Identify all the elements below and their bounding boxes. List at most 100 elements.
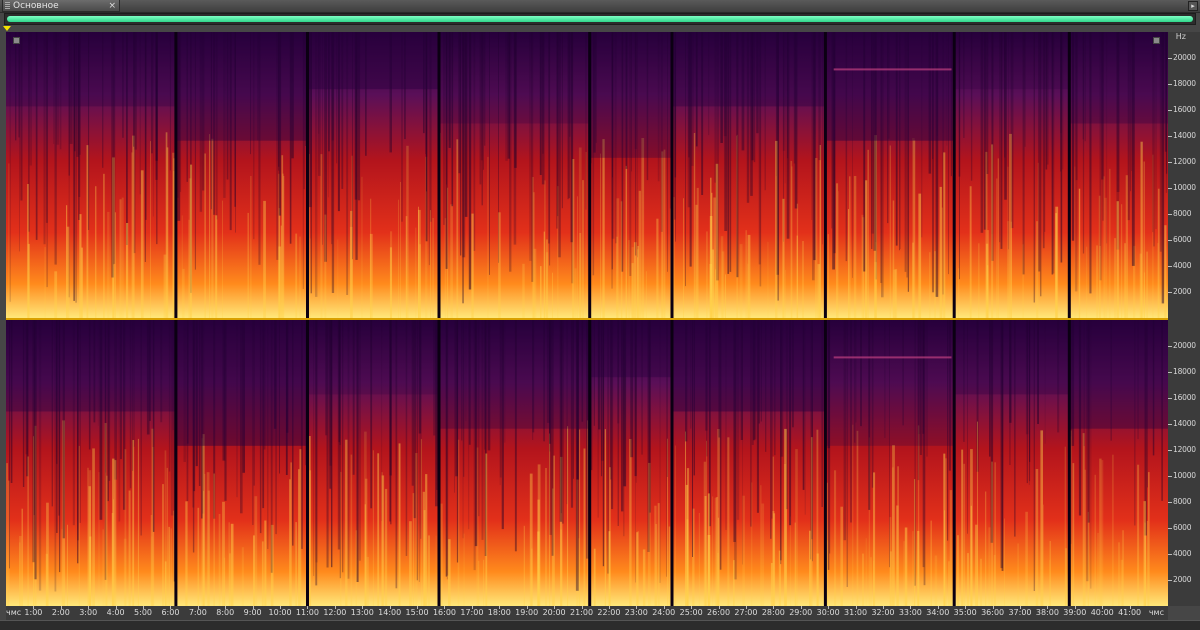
time-ruler[interactable]: чмс 1:00 2:00 3:00 4:00 5:00 6:00 7:00 8:00 9:00… (6, 606, 1168, 620)
spectral-streak (783, 464, 787, 606)
spectral-streak (188, 178, 192, 318)
spectral-streak (585, 152, 587, 318)
spectral-streak (209, 134, 211, 318)
spectral-streak (261, 541, 264, 606)
spectral-streak (625, 165, 627, 318)
time-tick-label: 37:00 (1008, 608, 1032, 617)
channel-toggle-left-icon[interactable] (13, 37, 20, 44)
time-tick-label: 1:00 (24, 608, 43, 617)
overview-visible-range[interactable] (7, 16, 1193, 22)
freq-tick-label: 20000 (1173, 341, 1196, 350)
spectral-streak (574, 268, 577, 318)
freq-tick-label: 18000 (1173, 367, 1196, 376)
spectral-streak (727, 437, 730, 606)
freq-tick (1168, 162, 1172, 163)
spectral-streak (963, 463, 966, 606)
spectral-streak (498, 212, 501, 318)
spectral-streak (1096, 245, 1098, 318)
spectral-streak (1101, 460, 1104, 606)
spectral-streak (254, 496, 258, 606)
freq-tick (1168, 528, 1172, 529)
spectral-streak (381, 475, 385, 606)
spectral-streak (250, 176, 252, 318)
spectral-streak (370, 198, 372, 318)
time-tick-label: 17:00 (460, 608, 484, 617)
spectral-streak (213, 473, 215, 606)
spectral-streak (943, 453, 946, 606)
panel-menu-icon[interactable]: ▸ (1188, 1, 1198, 11)
time-tick-label: 7:00 (188, 608, 207, 617)
spectral-streak (578, 147, 582, 318)
spectral-streak (567, 426, 569, 606)
spectral-streak (1116, 201, 1119, 318)
time-tick-label: 40:00 (1090, 608, 1114, 617)
spectral-streak (988, 527, 991, 606)
spectral-streak (102, 529, 104, 606)
spectral-streak (98, 472, 100, 606)
spectral-streak (1025, 511, 1028, 606)
freq-tick-label: 2000 (1173, 287, 1192, 296)
spectrogram-canvas-right[interactable] (6, 320, 1168, 606)
time-tick-label: 13:00 (350, 608, 374, 617)
freq-tick-label: 16000 (1173, 393, 1196, 402)
spectral-streak (170, 528, 172, 606)
spectral-streak (203, 490, 205, 606)
spectral-streak (949, 490, 953, 606)
time-tick-label: 36:00 (981, 608, 1005, 617)
spectral-streak (218, 514, 221, 606)
spectral-streak (848, 209, 849, 318)
tab-main[interactable]: Основное × (2, 0, 120, 12)
spectral-streak (736, 135, 737, 318)
spectral-streak (715, 269, 717, 318)
spectral-streak (137, 438, 139, 606)
spectral-streak (21, 508, 23, 606)
freq-tick (1168, 266, 1172, 267)
spectral-streak (485, 453, 488, 606)
time-tick-label: 18:00 (487, 608, 511, 617)
spectral-streak (440, 503, 443, 606)
audio-editor-spectral-view: Основное × ▸ Hz 20000 18000 16000 14000 1200… (0, 0, 1200, 630)
track-boundary-line (174, 32, 178, 318)
spectral-streak (107, 211, 110, 318)
playhead-marker-icon[interactable] (3, 26, 11, 31)
spectral-streak (631, 247, 634, 318)
overview-zoom-bar[interactable] (4, 13, 1196, 25)
spectral-streak (87, 467, 89, 606)
spectral-streak (112, 499, 114, 606)
spectral-streak (582, 180, 585, 318)
freq-tick (1168, 292, 1172, 293)
spectral-streak (278, 246, 282, 318)
spectral-streak (95, 186, 97, 318)
spectral-streak (1072, 463, 1075, 606)
track-region-shade (672, 32, 826, 107)
spectral-streak (345, 439, 348, 606)
frequency-ruler[interactable]: Hz 20000 18000 16000 14000 12000 10000 8000 600… (1168, 32, 1200, 606)
harmonic-band (833, 356, 952, 359)
spectral-streak (977, 421, 978, 606)
spectral-streak (929, 252, 931, 318)
spectral-streak (693, 133, 696, 318)
drag-grip-icon[interactable] (5, 2, 10, 9)
track-boundary-line (823, 320, 827, 606)
spectral-streak (772, 511, 775, 606)
spectral-streak (790, 516, 791, 606)
time-tick-label: 3:00 (79, 608, 98, 617)
spectral-streak (1146, 251, 1148, 318)
time-tick-label: 21:00 (569, 608, 594, 617)
spectrogram-channel-left[interactable] (6, 32, 1168, 318)
close-icon[interactable]: × (108, 0, 116, 12)
spectral-streak (114, 460, 117, 606)
channel-toggle-right-icon[interactable] (1153, 37, 1160, 44)
spectral-streak (668, 526, 671, 606)
spectrogram-canvas-left[interactable] (6, 32, 1168, 318)
spectral-streak (957, 535, 959, 606)
spectral-streak (767, 241, 769, 318)
spectral-streak (377, 453, 380, 606)
time-tick-label: 31:00 (844, 608, 868, 617)
time-tick-label: 5:00 (134, 608, 152, 617)
spectrogram-channel-right[interactable] (6, 320, 1168, 606)
spectral-streak (1049, 560, 1051, 606)
track-region-shade (825, 320, 955, 446)
spectral-streak (816, 429, 819, 606)
spectral-streak (207, 490, 210, 606)
